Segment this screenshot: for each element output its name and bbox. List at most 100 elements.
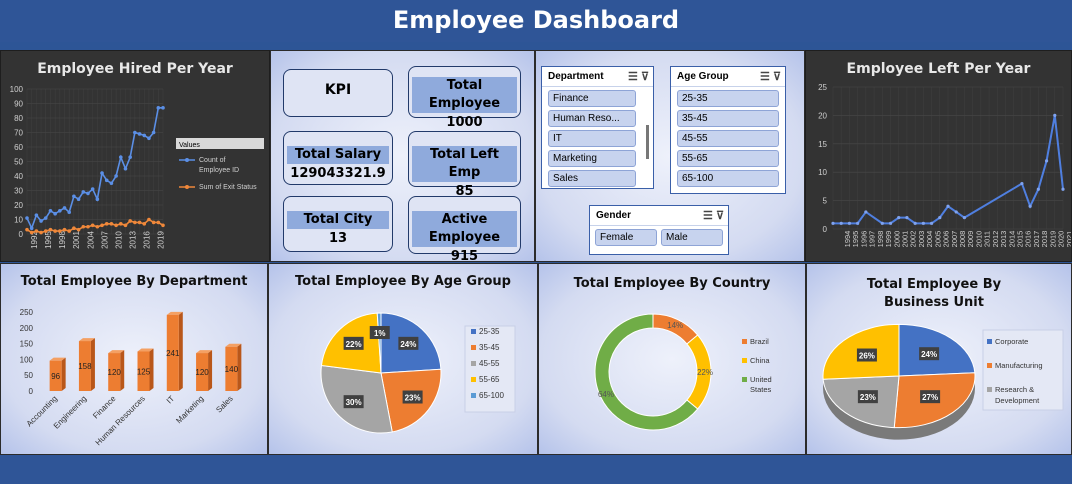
country-donut-chart: 14% 22% 64% Brazil China UnitedStates — [594, 313, 772, 431]
age-group-slicer[interactable]: Age Group ☰ ⊽ 25-35 35-45 45-55 55-65 65-100 — [670, 66, 786, 194]
bar-value-label: 120 — [108, 368, 122, 377]
data-point — [62, 206, 67, 210]
department-slicer[interactable]: Department ☰ ⊽ Finance Human Reso... IT Mar… — [541, 66, 654, 189]
legend-label: Sum of Exit Status — [199, 184, 257, 191]
age-group-slicer-header: Age Group ☰ ⊽ — [671, 67, 785, 87]
data-point — [847, 221, 852, 225]
y-tick-label: 60 — [14, 143, 23, 152]
y-tick-label: 25 — [818, 83, 827, 92]
legend-label: States — [750, 385, 772, 394]
business-unit-pie-chart: 24% 27% 23% 26% Corporate Manufacturing Resear… — [822, 323, 1064, 440]
data-point — [104, 222, 109, 226]
data-label: 23% — [405, 394, 421, 403]
left-per-year-panel[interactable]: Employee Left Per Year 0 5 10 15 20 25 1994 199… — [805, 50, 1072, 262]
x-tick-label: 1995 — [44, 231, 53, 249]
data-label: 14% — [667, 321, 683, 330]
data-point — [156, 220, 161, 225]
y-tick-label: 100 — [10, 85, 24, 94]
age-group-slicer-item[interactable]: 65-100 — [677, 170, 779, 187]
active-employee-card: Active Employee 915 — [408, 196, 521, 261]
y-tick-label: 30 — [14, 187, 23, 196]
total-left-label: Total Left Emp — [412, 146, 517, 182]
bar-value-label: 125 — [137, 367, 151, 376]
multi-select-filter-icon[interactable]: ☰ ⊽ — [703, 209, 724, 222]
age-group-slicer-item[interactable]: 55-65 — [677, 150, 779, 167]
data-point — [905, 216, 909, 220]
department-slicer-title: Department — [548, 71, 604, 82]
kpi-panel: KPI Total Employee 1000 Total Salary 129… — [270, 50, 535, 262]
total-city-value: 13 — [328, 231, 348, 246]
data-point — [29, 230, 34, 235]
data-point — [913, 221, 917, 225]
data-point — [62, 227, 67, 232]
legend-label: Employee ID — [199, 167, 239, 174]
legend-label: 45-55 — [479, 359, 500, 368]
data-label: 22% — [346, 340, 362, 349]
data-point — [1028, 204, 1032, 208]
data-point — [95, 197, 100, 201]
age-group-slicer-item[interactable]: 45-55 — [677, 130, 779, 147]
data-point — [25, 216, 29, 220]
department-slicer-item[interactable]: Human Reso... — [548, 110, 636, 127]
data-point — [137, 220, 142, 225]
legend-swatch — [742, 358, 747, 363]
data-point — [109, 222, 114, 226]
data-point — [34, 229, 39, 233]
total-employee-value: 1000 — [446, 115, 483, 130]
data-point — [34, 213, 39, 217]
data-point — [839, 221, 843, 225]
country-panel[interactable]: Total Employee By Country 14% 22% 64% Brazi… — [538, 263, 806, 455]
age-group-slicer-item[interactable]: 25-35 — [677, 90, 779, 107]
multi-select-filter-icon[interactable]: ☰ ⊽ — [760, 70, 781, 83]
x-tick-label: Finance — [91, 394, 118, 421]
data-point — [58, 209, 62, 213]
data-point — [43, 216, 48, 220]
age-group-slicer-item[interactable]: 35-45 — [677, 110, 779, 127]
y-tick-label: 15 — [818, 140, 827, 149]
legend-swatch — [471, 361, 476, 366]
legend-label: Manufacturing — [995, 361, 1043, 370]
y-tick-label: 0 — [19, 230, 24, 239]
data-label: 23% — [860, 393, 876, 402]
y-tick-label: 0 — [823, 225, 828, 234]
data-point — [142, 222, 147, 226]
y-tick-label: 40 — [14, 172, 23, 181]
y-tick-label: 50 — [24, 371, 33, 380]
data-point — [100, 223, 104, 228]
business-unit-panel[interactable]: Total Employee By Business Unit 24% 27% 23… — [806, 263, 1072, 455]
data-point — [921, 221, 925, 225]
gender-slicer-item[interactable]: Male — [661, 229, 723, 246]
data-point — [90, 223, 95, 228]
data-point — [86, 191, 90, 196]
department-slicer-item[interactable]: Finance — [548, 90, 636, 107]
data-point — [76, 197, 81, 201]
hired-per-year-panel[interactable]: Employee Hired Per Year 0 10 20 30 40 50 60 70 8… — [0, 50, 270, 262]
gender-slicer[interactable]: Gender ☰ ⊽ Female Male — [589, 205, 729, 255]
department-slicer-item[interactable]: Marketing — [548, 150, 636, 167]
legend-swatch — [987, 387, 992, 392]
gender-slicer-item[interactable]: Female — [595, 229, 657, 246]
department-slicer-item[interactable]: Sales — [548, 170, 636, 187]
data-point — [147, 217, 151, 222]
kpi-heading: KPI — [324, 82, 352, 98]
data-label: 64% — [598, 390, 614, 399]
multi-select-filter-icon[interactable]: ☰ ⊽ — [628, 70, 649, 83]
y-tick-label: 20 — [14, 201, 23, 210]
total-employee-label: Total Employee — [412, 77, 517, 113]
data-point — [72, 194, 76, 199]
department-panel[interactable]: Total Employee By Department 0 50 100 150 20… — [0, 263, 268, 455]
department-slicer-item[interactable]: IT — [548, 130, 636, 147]
age-group-slicer-title: Age Group — [677, 71, 729, 82]
data-point — [954, 210, 958, 214]
y-tick-label: 80 — [14, 114, 23, 123]
age-group-panel[interactable]: Total Employee By Age Group 24% 23% 30% 22%… — [268, 263, 538, 455]
department-bar-chart: 05010015020025096Accounting158Engineerin… — [20, 308, 242, 447]
x-tick-label: 2007 — [100, 231, 109, 249]
y-tick-label: 0 — [29, 387, 34, 396]
legend-label: Brazil — [750, 337, 769, 346]
slicer-scrollbar[interactable] — [646, 125, 649, 159]
total-salary-card: Total Salary 129043321.9 — [283, 131, 393, 185]
total-employee-card: Total Employee 1000 — [408, 66, 521, 130]
data-point — [76, 227, 81, 232]
bar-value-label: 96 — [51, 372, 60, 381]
